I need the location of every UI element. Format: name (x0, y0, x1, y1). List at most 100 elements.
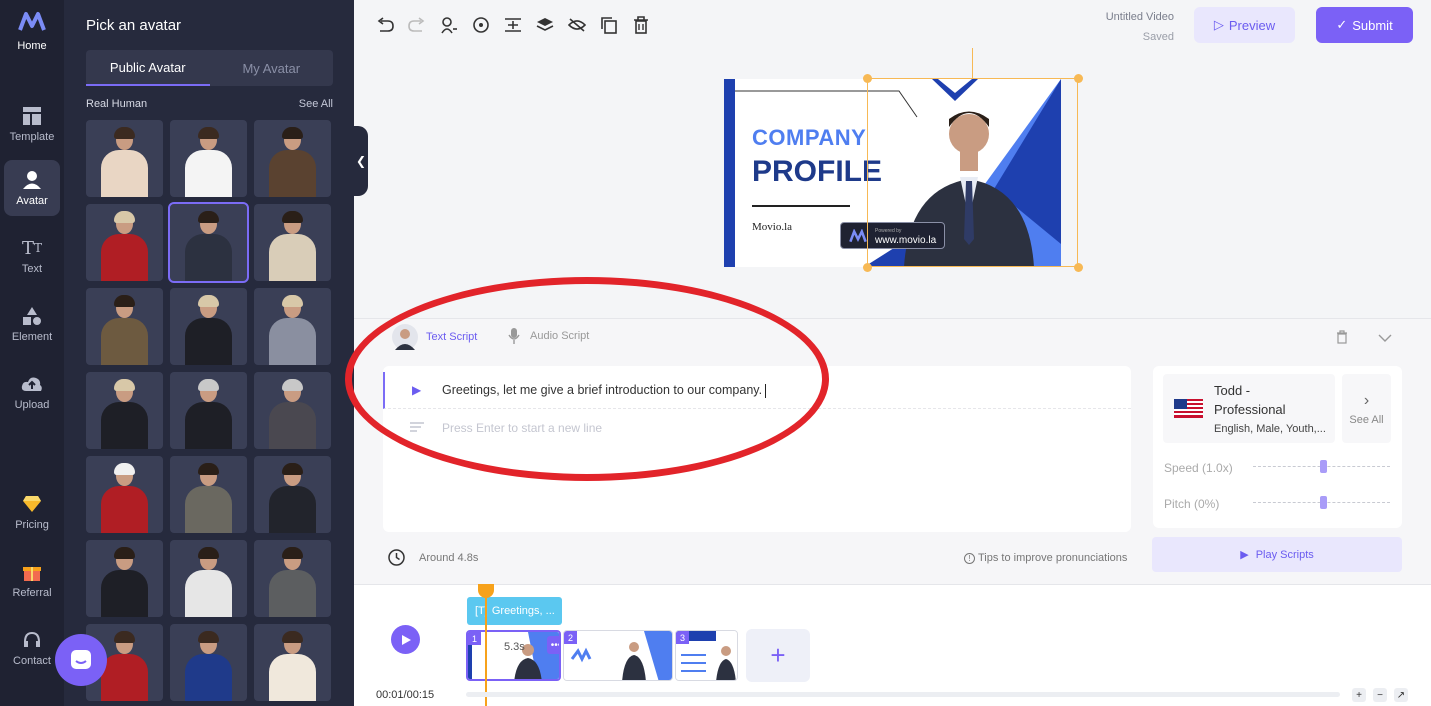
pronunciation-tips-link[interactable]: ! Tips to improve pronunciations (964, 552, 1127, 564)
caption-clip-label: Greetings, ... (491, 605, 555, 617)
see-all-link[interactable]: See All (299, 98, 333, 110)
avatar-thumbnail[interactable] (86, 372, 163, 449)
rail-element[interactable]: Element (4, 296, 60, 352)
scene-thumb-1[interactable]: 1 5.3s ••• (466, 630, 561, 681)
speed-slider-knob[interactable] (1320, 460, 1327, 473)
duplicate-icon[interactable] (600, 14, 618, 36)
avatar-hair (198, 211, 219, 223)
avatar-thumbnail[interactable] (170, 288, 247, 365)
avatar-hair (198, 463, 219, 475)
tab-public-avatar[interactable]: Public Avatar (86, 50, 210, 86)
chat-support-button[interactable] (55, 634, 107, 686)
zoom-in-icon[interactable]: + (1352, 688, 1366, 702)
timeline-scrollbar[interactable] (466, 692, 1340, 697)
align-icon[interactable] (504, 14, 522, 36)
script-duration: Around 4.8s (388, 549, 478, 566)
play-scripts-button[interactable]: ▶ Play Scripts (1152, 537, 1402, 572)
rail-avatar-label: Avatar (16, 195, 48, 207)
rail-referral[interactable]: Referral (4, 552, 60, 608)
movio-logo-icon (849, 228, 867, 242)
replace-icon[interactable] (472, 14, 490, 36)
add-scene-button[interactable]: + (746, 629, 810, 682)
avatar-thumbnail[interactable] (170, 624, 247, 701)
avatar-swap-icon[interactable] (440, 14, 458, 36)
avatar-selection-box[interactable] (867, 78, 1078, 267)
avatar-thumbnail[interactable] (170, 456, 247, 533)
avatar-hair (282, 295, 303, 307)
avatar-hair (282, 463, 303, 475)
rail-template[interactable]: Template (4, 96, 60, 152)
hide-icon[interactable] (568, 14, 586, 36)
slide-brand-text[interactable]: Movio.la (752, 221, 792, 233)
avatar-thumbnail[interactable] (86, 456, 163, 533)
duration-label: Around 4.8s (419, 551, 479, 564)
chevron-down-icon[interactable] (1378, 330, 1392, 348)
trash-icon[interactable] (1336, 330, 1348, 349)
avatar-thumbnail[interactable] (168, 202, 249, 283)
avatar-thumbnail[interactable] (254, 540, 331, 617)
delete-icon[interactable] (632, 14, 650, 36)
resize-handle-br[interactable] (1074, 263, 1083, 272)
avatar-thumbnail[interactable] (254, 204, 331, 281)
rail-upload[interactable]: Upload (4, 364, 60, 420)
collapse-panel-button[interactable]: ❮ (354, 126, 368, 196)
timeline-play-button[interactable] (391, 625, 420, 654)
avatar-figure (269, 234, 316, 281)
slide-divider (752, 205, 850, 207)
avatar-icon (22, 169, 42, 191)
avatar-figure (101, 654, 148, 701)
avatar-thumbnail[interactable] (254, 120, 331, 197)
avatar-thumbnail[interactable] (170, 540, 247, 617)
scene-thumb-2[interactable]: 2 (563, 630, 673, 681)
slide-heading-profile[interactable]: PROFILE (752, 155, 882, 189)
upload-icon (21, 373, 43, 395)
rail-referral-label: Referral (12, 587, 52, 599)
avatar-figure (269, 486, 316, 533)
section-label: Real Human (86, 98, 148, 110)
chevron-right-icon: › (1363, 391, 1370, 409)
resize-handle-tr[interactable] (1074, 74, 1083, 83)
avatar-thumbnail[interactable] (254, 456, 331, 533)
fit-icon[interactable]: ↗ (1394, 688, 1408, 702)
timeline-time: 00:01/00:15 (376, 689, 435, 701)
avatar-figure (269, 654, 316, 701)
avatar-thumbnail[interactable] (254, 372, 331, 449)
more-icon[interactable]: ••• (547, 636, 559, 654)
avatar-thumbnail[interactable] (86, 540, 163, 617)
resize-handle-tl[interactable] (863, 74, 872, 83)
avatar-thumbnail[interactable] (86, 120, 163, 197)
headset-icon (22, 629, 42, 651)
avatar-thumbnail[interactable] (170, 372, 247, 449)
caption-clip[interactable]: [T] Greetings, ... (467, 597, 562, 625)
avatar-thumbnail[interactable] (170, 120, 247, 197)
avatar-thumbnail[interactable] (86, 204, 163, 281)
avatar-thumbnail[interactable] (86, 288, 163, 365)
rail-pricing[interactable]: Pricing (4, 484, 60, 540)
rail-contact[interactable]: Contact (4, 620, 60, 676)
tab-my-avatar[interactable]: My Avatar (210, 50, 334, 86)
play-icon (401, 634, 411, 645)
scene-thumb-3[interactable]: 3 (675, 630, 738, 681)
layers-icon[interactable] (536, 14, 554, 36)
avatar-hair (114, 295, 135, 307)
rail-text[interactable]: TT Text (4, 228, 60, 284)
redo-icon[interactable] (408, 14, 426, 36)
avatar-thumbnail[interactable] (254, 288, 331, 365)
preview-button[interactable]: ▷ Preview (1194, 7, 1295, 43)
undo-icon[interactable] (376, 14, 394, 36)
avatar-thumbnail[interactable] (254, 624, 331, 701)
avatar-hair (114, 127, 135, 139)
video-title[interactable]: Untitled Video (1090, 11, 1174, 23)
chat-icon (71, 650, 91, 669)
zoom-out-icon[interactable]: − (1373, 688, 1387, 702)
avatar-hair (282, 631, 303, 643)
submit-button[interactable]: ✓ Submit (1316, 7, 1413, 43)
voice-see-all-button[interactable]: › See All (1342, 374, 1391, 443)
diamond-icon (22, 493, 42, 515)
rail-avatar[interactable]: Avatar (4, 160, 60, 216)
home-logo[interactable]: Home (12, 10, 52, 54)
resize-handle-bl[interactable] (863, 263, 872, 272)
slide-heading-company[interactable]: COMPANY (752, 125, 866, 151)
pitch-slider-knob[interactable] (1320, 496, 1327, 509)
playhead[interactable] (485, 584, 487, 706)
